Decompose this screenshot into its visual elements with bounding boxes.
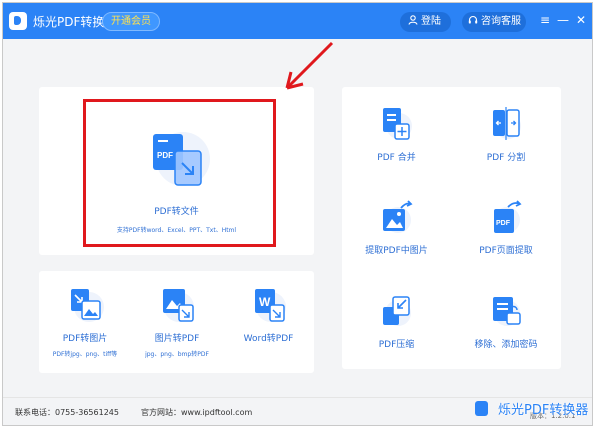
word-icon-text: W [259, 295, 271, 309]
watermark: 烁光PDF转换器 [475, 397, 588, 419]
footer-phone: 联系电话：0755-36561245 [15, 408, 119, 417]
watermark-text: 烁光PDF转换器 [498, 402, 589, 418]
merge-icon [383, 108, 412, 140]
customer-service-button[interactable]: 咨询客服 [462, 12, 526, 32]
user-icon [408, 15, 418, 25]
extract-images-label: 提取PDF中图片 [365, 246, 428, 256]
menu-icon[interactable]: ≡ [539, 14, 551, 26]
title-bar: 烁光PDF转换器 开通会员 登陆 咨询客服 ≡ — ✕ [3, 3, 592, 39]
pdf-to-image-icon [71, 289, 104, 322]
extract-pages-card[interactable]: PDF PDF页面提取 [451, 181, 561, 275]
word-to-pdf-card[interactable]: W Word转PDF [223, 271, 314, 373]
password-card[interactable]: 移除、添加密码 [451, 275, 561, 369]
lock-icon [493, 297, 521, 326]
password-label: 移除、添加密码 [474, 340, 538, 350]
watermark-logo-icon [475, 400, 488, 416]
customer-service-label: 咨询客服 [481, 16, 521, 27]
tools-panel: PDF 合并 PDF 分割 提取PDF中图片 PDF PDF页面提取 PDF压缩… [342, 87, 561, 369]
annotation-arrow-icon [285, 41, 334, 90]
pdf-split-card[interactable]: PDF 分割 [451, 87, 561, 181]
app-window: 烁光PDF转换器 开通会员 登陆 咨询客服 ≡ — ✕ PDF PDF转文件 支… [2, 2, 593, 426]
extract-pages-icon-text: PDF [496, 220, 511, 227]
extract-pages-icon: PDF [494, 200, 522, 233]
pdf-compress-card[interactable]: PDF压缩 [342, 275, 451, 369]
bottom-cards-panel: PDF转图片 PDF转jpg、png、tiff等 图片转PDF jpg、png、… [39, 271, 314, 373]
pdf-to-image-card[interactable]: PDF转图片 PDF转jpg、png、tiff等 [39, 271, 131, 373]
app-logo-icon [9, 12, 27, 30]
annotation-highlight-box [83, 99, 276, 247]
word-to-pdf-icon: W [255, 289, 286, 322]
extract-images-card[interactable]: 提取PDF中图片 [342, 181, 451, 275]
pdf-split-label: PDF 分割 [486, 153, 526, 163]
login-label: 登陆 [421, 16, 441, 27]
split-icon [493, 107, 521, 140]
image-to-pdf-subtitle: jpg、png、bmp转PDF [145, 351, 209, 358]
compress-icon [383, 296, 411, 326]
minimize-icon[interactable]: — [557, 14, 569, 26]
login-button[interactable]: 登陆 [400, 12, 451, 32]
headset-icon [468, 15, 478, 24]
vip-button[interactable]: 开通会员 [102, 12, 160, 31]
pdf-to-image-title: PDF转图片 [62, 334, 108, 344]
pdf-to-image-subtitle: PDF转jpg、png、tiff等 [52, 351, 118, 358]
image-to-pdf-card[interactable]: 图片转PDF jpg、png、bmp转PDF [131, 271, 223, 373]
extract-pages-label: PDF页面提取 [479, 246, 533, 256]
pdf-merge-label: PDF 合并 [377, 153, 416, 163]
pdf-merge-card[interactable]: PDF 合并 [342, 87, 451, 181]
word-to-pdf-title: Word转PDF [243, 334, 294, 344]
pdf-compress-label: PDF压缩 [378, 340, 415, 350]
extract-images-icon [383, 200, 413, 233]
image-to-pdf-icon [163, 289, 194, 322]
close-icon[interactable]: ✕ [575, 14, 587, 26]
footer-website[interactable]: 官方网站：www.ipdftool.com [141, 407, 252, 418]
image-to-pdf-title: 图片转PDF [154, 334, 200, 344]
